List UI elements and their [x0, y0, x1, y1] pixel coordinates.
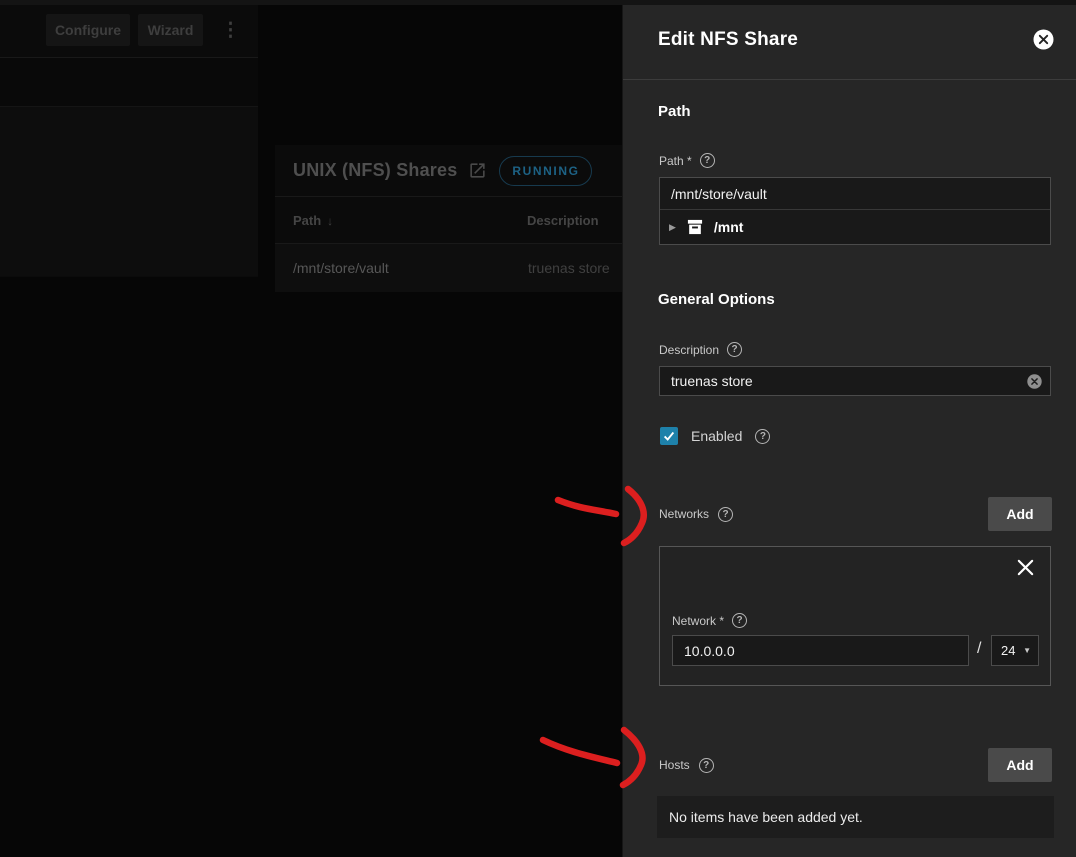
clear-input-icon[interactable]	[1027, 374, 1042, 389]
drawer-title: Edit NFS Share	[658, 29, 798, 51]
filesystem-tree-node[interactable]: ▶ /mnt	[660, 209, 1050, 244]
description-field-label: Description ?	[659, 342, 742, 357]
dataset-icon	[685, 217, 705, 237]
hosts-empty-state: No items have been added yet.	[657, 796, 1054, 838]
description-label-text: Description	[659, 343, 719, 357]
help-icon[interactable]: ?	[699, 758, 714, 773]
network-input[interactable]	[672, 635, 969, 666]
kebab-menu-icon[interactable]: ⋮	[221, 21, 240, 40]
close-icon[interactable]	[1033, 29, 1054, 50]
iscsi-card: Configure Wizard ⋮	[0, 0, 258, 277]
column-header-description: Description	[527, 197, 599, 243]
enabled-row: Enabled ?	[660, 427, 770, 445]
caret-down-icon: ▼	[1023, 646, 1031, 655]
path-input[interactable]	[660, 178, 1050, 209]
top-edge-strip	[0, 0, 1076, 5]
prefix-value: 24	[1001, 643, 1015, 658]
networks-label: Networks	[659, 507, 709, 521]
help-icon[interactable]: ?	[718, 507, 733, 522]
hosts-label: Hosts	[659, 758, 690, 772]
path-field-label-text: Path *	[659, 154, 692, 168]
edit-nfs-share-drawer: Edit NFS Share Path Path * ? ▶ /mnt Gene…	[622, 0, 1076, 857]
path-section-heading: Path	[658, 103, 691, 120]
network-field-label: Network * ?	[672, 613, 747, 628]
column-header-path-label: Path	[293, 213, 321, 228]
tree-node-label: /mnt	[714, 219, 744, 235]
help-icon[interactable]: ?	[732, 613, 747, 628]
cell-path: /mnt/store/vault	[293, 244, 389, 292]
networks-label-group: Networks ?	[659, 507, 733, 522]
cidr-separator: /	[977, 640, 981, 658]
caret-right-icon[interactable]: ▶	[669, 222, 676, 233]
column-header-path[interactable]: Path ↓	[293, 197, 333, 243]
add-host-button[interactable]: Add	[988, 748, 1052, 782]
enabled-checkbox[interactable]	[660, 427, 678, 445]
hosts-header-row: Hosts ? Add	[659, 748, 1052, 782]
path-field-block: ▶ /mnt	[659, 177, 1051, 245]
enabled-label: Enabled	[691, 428, 742, 444]
cell-description: truenas store	[528, 244, 610, 292]
wizard-button[interactable]: Wizard	[138, 14, 203, 46]
sort-down-icon: ↓	[327, 214, 333, 228]
help-icon[interactable]: ?	[755, 429, 770, 444]
drawer-header: Edit NFS Share	[623, 0, 1076, 80]
nfs-card-title: UNIX (NFS) Shares	[293, 160, 457, 181]
configure-button[interactable]: Configure	[46, 14, 130, 46]
remove-network-icon[interactable]	[1016, 558, 1035, 577]
config-table-header	[0, 57, 258, 106]
general-options-heading: General Options	[658, 291, 775, 308]
config-table-body	[0, 106, 258, 276]
config-toolbar-row: Configure Wizard ⋮	[0, 0, 258, 57]
help-icon[interactable]: ?	[727, 342, 742, 357]
networks-header-row: Networks ? Add	[659, 497, 1052, 531]
description-field-wrap	[659, 366, 1051, 396]
network-label-text: Network *	[672, 614, 724, 628]
prefix-select[interactable]: 24 ▼	[991, 635, 1039, 666]
page-root: Add ⋮ Logging Configure Wizard ⋮	[0, 0, 1076, 857]
description-input[interactable]	[660, 367, 1027, 395]
open-in-new-icon[interactable]	[468, 161, 487, 180]
path-field-label: Path * ?	[659, 153, 715, 168]
network-entry-card: Network * ? / 24 ▼	[659, 546, 1051, 686]
hosts-label-group: Hosts ?	[659, 758, 714, 773]
hosts-empty-message: No items have been added yet.	[669, 809, 863, 825]
help-icon[interactable]: ?	[700, 153, 715, 168]
status-badge[interactable]: RUNNING	[499, 156, 592, 186]
add-network-button[interactable]: Add	[988, 497, 1052, 531]
